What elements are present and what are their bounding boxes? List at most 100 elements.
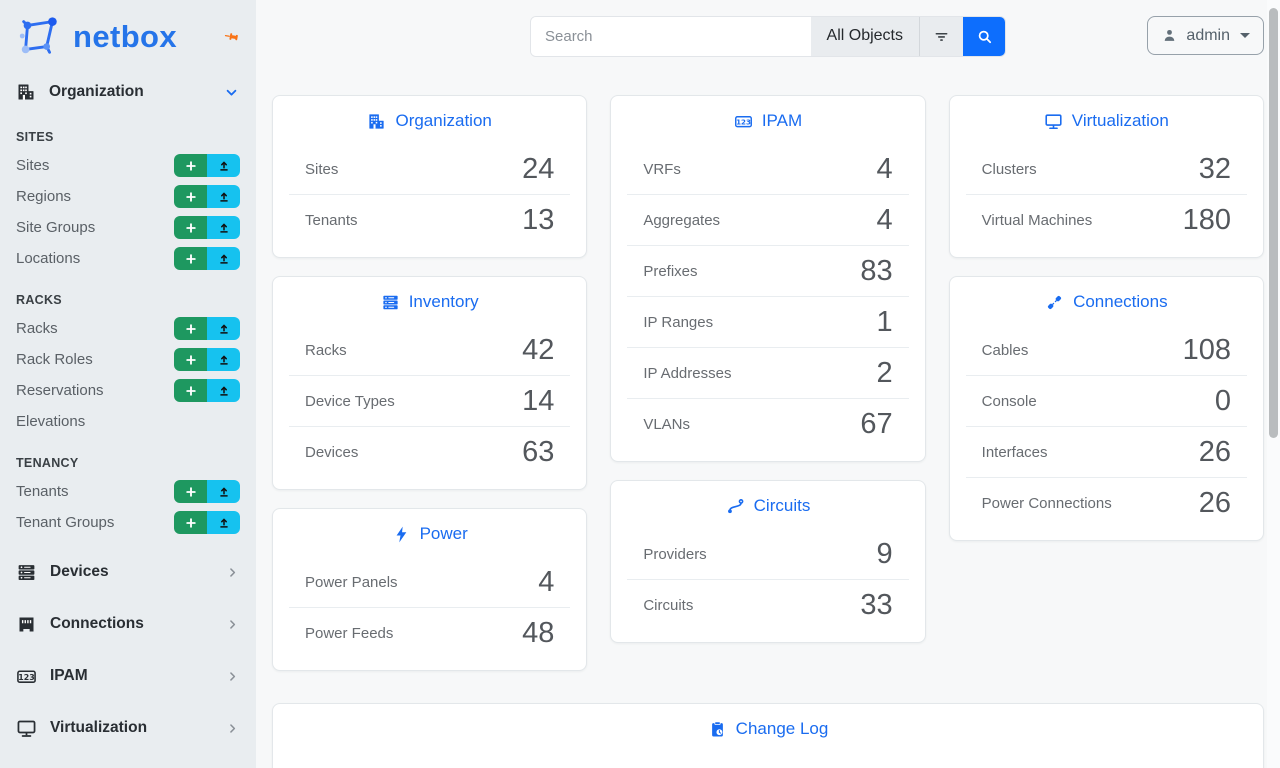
stat-value[interactable]: 32 [1199,155,1231,184]
card-change-log: Change Log [272,703,1264,768]
stat-value[interactable]: 1 [877,308,893,337]
import-rack-roles-button[interactable] [207,348,240,371]
item-action-buttons [174,511,240,534]
add-locations-button[interactable] [174,247,207,270]
stat-value[interactable]: 67 [860,410,892,439]
sidebar-item-regions[interactable]: Regions [0,181,256,212]
card-title-organization[interactable]: Organization [273,96,586,144]
stat-value[interactable]: 48 [522,619,554,648]
svg-text:123: 123 [736,117,751,126]
sidebar-item-virtualization[interactable]: Virtualization [0,702,256,754]
item-action-buttons [174,480,240,503]
import-reservations-button[interactable] [207,379,240,402]
stat-value[interactable]: 2 [877,359,893,388]
import-site-groups-button[interactable] [207,216,240,239]
stat-row-ip-addresses: IP Addresses2 [611,348,924,398]
stat-row-providers: Providers 9 [611,529,924,579]
pin-icon [221,27,240,46]
netbox-logo-icon[interactable] [16,13,62,59]
stat-value[interactable]: 26 [1199,438,1231,467]
stat-row-interfaces: Interfaces 26 [950,427,1263,477]
card-title-ipam[interactable]: 123IPAM [611,96,924,144]
stat-value[interactable]: 0 [1215,387,1231,416]
sidebar-item-label: Connections [50,615,144,633]
sidebar-item-locations[interactable]: Locations [0,243,256,274]
stat-label: Tenants [305,212,358,229]
import-locations-button[interactable] [207,247,240,270]
stat-value[interactable]: 24 [522,155,554,184]
add-tenant-groups-button[interactable] [174,511,207,534]
caret-down-icon [1240,33,1250,38]
stat-value[interactable]: 108 [1183,336,1231,365]
card-title-circuits[interactable]: Circuits [611,481,924,529]
page-scrollbar [1267,0,1280,768]
add-sites-button[interactable] [174,154,207,177]
sidebar-item-connections[interactable]: Connections [0,598,256,650]
pin-sidebar-button[interactable] [221,27,240,46]
add-racks-button[interactable] [174,317,207,340]
stat-value[interactable]: 83 [860,257,892,286]
sidebar-item-label: Regions [16,188,71,205]
stat-value[interactable]: 4 [538,568,554,597]
stat-label: Power Connections [982,495,1112,512]
search-scope-dropdown[interactable]: All Objects [811,17,919,56]
change-log-title[interactable]: Change Log [273,704,1263,752]
card-title-connections[interactable]: Connections [950,277,1263,325]
add-regions-button[interactable] [174,185,207,208]
stat-value[interactable]: 42 [522,336,554,365]
search-filter-button[interactable] [919,17,963,56]
import-regions-button[interactable] [207,185,240,208]
card-title-power[interactable]: Power [273,509,586,557]
stat-value[interactable]: 13 [522,206,554,235]
sidebar-item-devices[interactable]: Devices [0,546,256,598]
add-site-groups-button[interactable] [174,216,207,239]
scrollbar-thumb[interactable] [1269,8,1278,438]
stat-value[interactable]: 63 [522,438,554,467]
sidebar-item-rack-roles[interactable]: Rack Roles [0,344,256,375]
sidebar-item-label: Tenants [16,483,69,500]
sidebar-item-tenant-groups[interactable]: Tenant Groups [0,507,256,538]
search-submit-button[interactable] [963,17,1005,56]
stat-label: Providers [643,546,706,563]
card-inventory: InventoryRacks42Device Types14Devices63 [272,276,587,490]
stat-label: VLANs [643,416,690,433]
sidebar-item-organization[interactable]: Organization [0,73,256,111]
add-reservations-button[interactable] [174,379,207,402]
sidebar-item-site-groups[interactable]: Site Groups [0,212,256,243]
card-title-virtualization[interactable]: Virtualization [950,96,1263,144]
upload-icon [217,322,231,336]
card-organization: OrganizationSites24Tenants13 [272,95,587,258]
stat-value[interactable]: 180 [1183,206,1231,235]
stat-value[interactable]: 33 [860,591,892,620]
stat-value[interactable]: 9 [877,540,893,569]
upload-icon [217,485,231,499]
stat-label: IP Ranges [643,314,713,331]
stat-value[interactable]: 4 [877,206,893,235]
import-sites-button[interactable] [207,154,240,177]
plus-icon [184,384,198,398]
sidebar-group-title-sites: SITES [0,111,256,150]
user-menu-button[interactable]: admin [1147,16,1264,55]
sidebar-item-sites[interactable]: Sites [0,150,256,181]
add-tenants-button[interactable] [174,480,207,503]
stat-value[interactable]: 26 [1199,489,1231,518]
sidebar-item-reservations[interactable]: Reservations [0,375,256,406]
card-title-inventory[interactable]: Inventory [273,277,586,325]
add-rack-roles-button[interactable] [174,348,207,371]
search-input[interactable] [531,17,811,56]
import-tenant-groups-button[interactable] [207,511,240,534]
import-tenants-button[interactable] [207,480,240,503]
bolt-icon [392,525,411,544]
netbox-wordmark[interactable]: netbox [73,21,177,52]
plus-icon [184,252,198,266]
import-racks-button[interactable] [207,317,240,340]
sidebar-item-elevations[interactable]: Elevations [0,406,256,437]
card-circuits: CircuitsProviders9Circuits33 [610,480,925,643]
sidebar-item-tenants[interactable]: Tenants [0,476,256,507]
stat-value[interactable]: 14 [522,387,554,416]
stat-value[interactable]: 4 [877,155,893,184]
item-action-buttons [174,317,240,340]
stat-label: Interfaces [982,444,1048,461]
sidebar-item-racks[interactable]: Racks [0,313,256,344]
sidebar-item-ipam[interactable]: 123IPAM [0,650,256,702]
